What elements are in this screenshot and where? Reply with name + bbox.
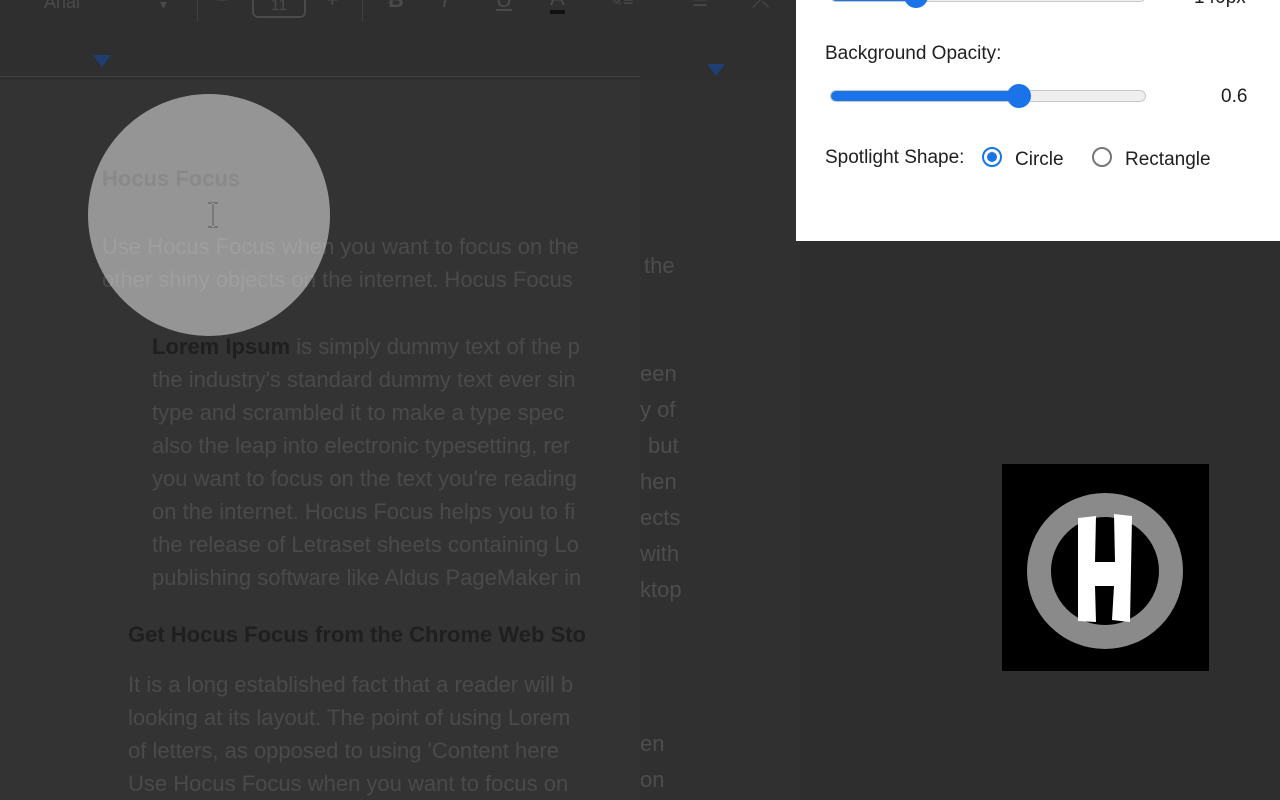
background-opacity-slider[interactable]: [830, 84, 1146, 108]
document-title: Hocus Focus: [102, 166, 241, 191]
right-indent-marker[interactable]: [707, 64, 725, 76]
slider-fill: [831, 91, 1019, 101]
paragraph-line: Use Hocus Focus when you want to focus o…: [128, 771, 569, 796]
hocus-focus-logo: [1002, 464, 1209, 671]
rectangle-radio[interactable]: [1092, 147, 1112, 167]
quote-line: you want to focus on the text you're rea…: [152, 466, 577, 491]
clear-format-icon[interactable]: ⤫: [752, 0, 770, 14]
overflow-text: on: [640, 767, 665, 792]
overflow-text: with: [640, 541, 680, 566]
opacity-value: 0.6: [1221, 86, 1248, 107]
quote-text: is simply dummy text of the p: [290, 334, 580, 359]
overflow-text: een: [640, 361, 677, 386]
ruler-divider: [0, 76, 640, 77]
slider-fill: [831, 0, 916, 1]
circle-radio[interactable]: [982, 147, 1002, 167]
quote-first-line: Lorem Ipsum is simply dummy text of the …: [152, 330, 581, 363]
decrease-font-size-button[interactable]: −: [216, 0, 229, 14]
overflow-text: y of: [640, 397, 676, 422]
editor-toolbar: Arial ▾ − 11 + B I U A ✎≡ ☰ ⤫: [0, 0, 800, 30]
overflow-text: the: [644, 253, 675, 278]
paragraph-line: It is a long established fact that a rea…: [128, 672, 574, 697]
quote-line: the industry's standard dummy text ever …: [152, 367, 576, 392]
paragraph-line: Use Hocus Focus when you want to focus o…: [102, 234, 579, 259]
intro-paragraph: Use Hocus Focus when you want to focus o…: [102, 230, 579, 296]
quote-bold-term: Lorem Ipsum: [152, 334, 291, 359]
text-color-button[interactable]: A: [550, 0, 565, 14]
font-size-input[interactable]: 11: [252, 0, 306, 18]
rectangle-option-label[interactable]: Rectangle: [1125, 149, 1211, 171]
document-page[interactable]: Hocus Focus Use Hocus Focus when you wan…: [0, 80, 640, 800]
paragraph-line: of letters, as opposed to using 'Content…: [128, 738, 560, 763]
quote-line: on the internet. Hocus Focus helps you t…: [152, 499, 576, 524]
section-heading: Get Hocus Focus from the Chrome Web Sto: [128, 622, 586, 647]
toolbar-divider: [197, 0, 198, 22]
body-paragraph: It is a long established fact that a rea…: [128, 668, 573, 800]
bold-button[interactable]: B: [388, 0, 404, 14]
quote-line: publishing software like Aldus PageMaker…: [152, 565, 582, 590]
overflow-text: en: [640, 731, 665, 756]
spotlight-settings-panel: 140px Background Opacity: 0.6 Spotlight …: [796, 0, 1280, 241]
spotlight-size-value: 140px: [1194, 0, 1246, 9]
paragraph-line: looking at its layout. The point of usin…: [128, 705, 571, 730]
slider-thumb[interactable]: [904, 0, 928, 8]
overflow-text: ects: [640, 505, 681, 530]
toolbar-divider: [362, 0, 363, 22]
ruler: [0, 30, 800, 78]
block-quote: Lorem Ipsum is simply dummy text of the …: [152, 330, 581, 594]
overflow-text: but: [648, 433, 679, 458]
chevron-down-icon[interactable]: ▾: [160, 0, 167, 18]
indent-icon[interactable]: ☰: [692, 0, 708, 14]
highlight-icon[interactable]: ✎≡: [608, 0, 634, 14]
spotlight-size-slider[interactable]: [830, 0, 1146, 8]
left-indent-marker[interactable]: [93, 55, 111, 67]
text-cursor-icon: [208, 202, 218, 228]
italic-button[interactable]: I: [442, 0, 448, 14]
opacity-label: Background Opacity:: [825, 43, 1002, 64]
quote-line: also the leap into electronic typesettin…: [152, 433, 571, 458]
circle-option-label[interactable]: Circle: [1015, 149, 1064, 171]
logo-mark-icon: [1027, 493, 1183, 649]
page-overflow-area: the een y of but hen ects with ktop en o…: [640, 80, 800, 800]
quote-line: type and scrambled it to make a type spe…: [152, 400, 565, 425]
shape-label: Spotlight Shape:: [825, 147, 965, 168]
font-family-select[interactable]: Arial: [44, 0, 80, 16]
paragraph-line: other shiny objects on the internet. Hoc…: [102, 267, 573, 292]
overflow-text: hen: [640, 469, 677, 494]
increase-font-size-button[interactable]: +: [326, 0, 339, 14]
underline-button[interactable]: U: [496, 0, 512, 14]
slider-thumb[interactable]: [1007, 84, 1031, 108]
quote-line: the release of Letraset sheets containin…: [152, 532, 579, 557]
overflow-text: ktop: [640, 577, 682, 602]
